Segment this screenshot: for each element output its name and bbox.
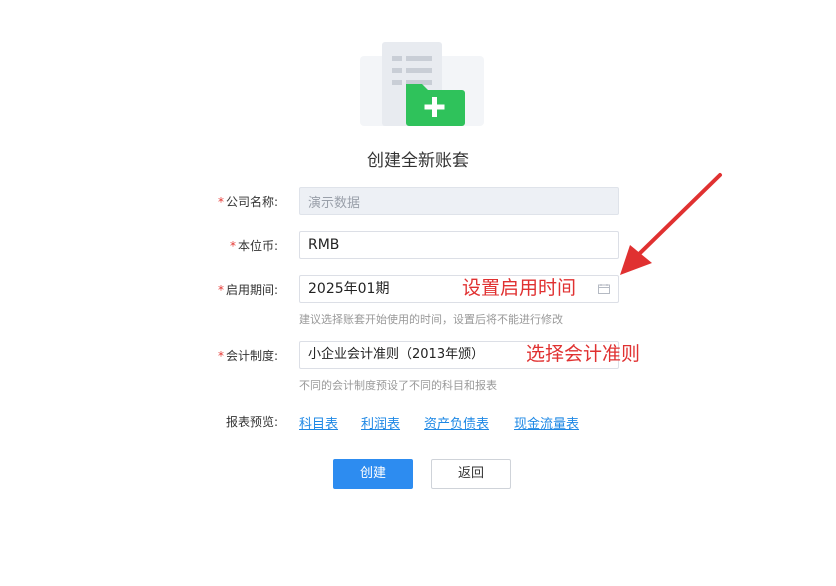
required-mark: *	[229, 239, 236, 253]
start-period-label: * 启用期间:	[217, 283, 278, 297]
link-cash-flow-statement[interactable]: 现金流量表	[514, 413, 579, 432]
start-period-hint: 建议选择账套开始使用的时间，设置后将不能进行修改	[299, 313, 563, 326]
annotation-arrow	[620, 173, 722, 275]
report-preview-row: 报表预览: 科目表 利润表 资产负债表 现金流量表	[0, 410, 836, 432]
accounting-system-row: * 会计制度: 小企业会计准则（2013年颁）	[0, 340, 836, 370]
back-button[interactable]: 返回	[431, 459, 511, 489]
company-name-input[interactable]	[308, 188, 610, 214]
create-ledger-illustration	[360, 42, 484, 126]
annotation-choose-standard: 选择会计准则	[526, 343, 641, 365]
required-mark: *	[217, 349, 224, 363]
currency-label: * 本位币:	[229, 239, 278, 253]
company-name-field[interactable]	[299, 187, 619, 215]
link-income-statement[interactable]: 利润表	[361, 413, 400, 432]
create-button[interactable]: 创建	[333, 459, 413, 489]
required-mark: *	[217, 195, 224, 209]
calendar-icon[interactable]	[598, 284, 610, 294]
company-name-label: * 公司名称:	[217, 195, 278, 209]
start-period-value: 2025年01期	[308, 281, 390, 297]
accounting-system-value: 小企业会计准则（2013年颁）	[308, 347, 485, 362]
link-account-chart[interactable]: 科目表	[299, 413, 338, 432]
accounting-system-hint: 不同的会计制度预设了不同的科目和报表	[299, 379, 497, 392]
annotation-set-start-time: 设置启用时间	[462, 277, 577, 299]
accounting-system-label: * 会计制度:	[217, 349, 278, 363]
required-mark: *	[217, 283, 224, 297]
report-preview-label: 报表预览:	[225, 415, 278, 429]
currency-input[interactable]	[308, 232, 610, 258]
link-balance-sheet[interactable]: 资产负债表	[424, 413, 489, 432]
currency-field[interactable]	[299, 231, 619, 259]
